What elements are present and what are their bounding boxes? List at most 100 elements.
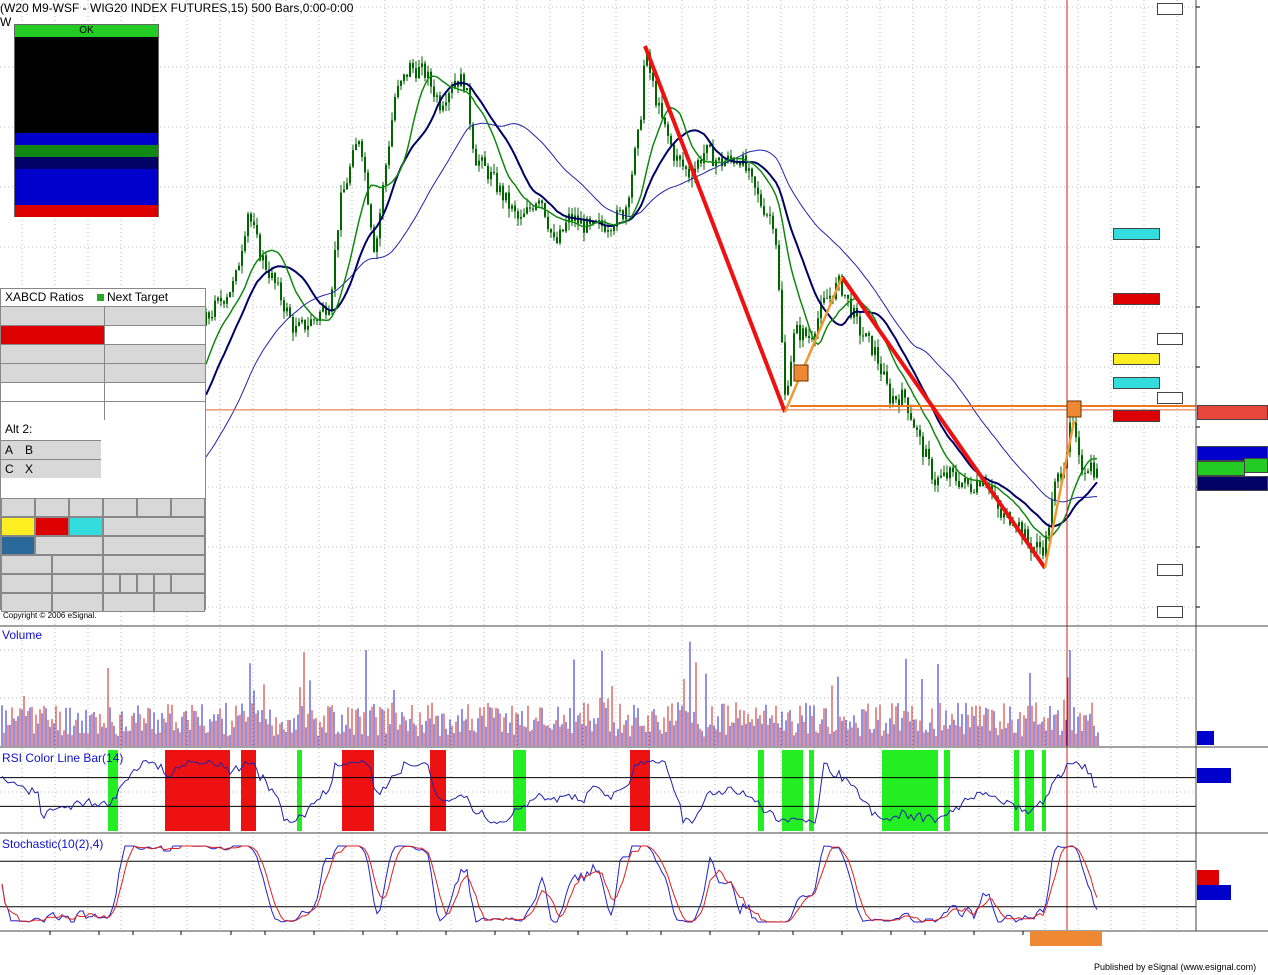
candle-body: [772, 215, 774, 230]
candle-body: [340, 192, 342, 231]
candle-body: [337, 230, 339, 250]
candle-body: [685, 166, 687, 170]
candle-body: [673, 144, 675, 161]
candle-body: [565, 222, 567, 232]
stoch-k-current: [1197, 870, 1219, 885]
candle-body: [748, 168, 750, 171]
ok-button[interactable]: OK: [15, 25, 158, 37]
candle-body: [688, 169, 690, 178]
hide-button[interactable]: [1, 593, 52, 612]
candle-body: [823, 297, 825, 303]
n62-button[interactable]: [69, 517, 103, 536]
candle-body: [1096, 468, 1098, 478]
n50-button[interactable]: [35, 517, 69, 536]
hrin-button[interactable]: [103, 498, 137, 517]
prev-button[interactable]: [103, 593, 154, 612]
candle-body: [253, 221, 255, 226]
rsi-title: RSI Color Line Bar(14): [2, 751, 124, 765]
chart-window: (W20 M9-WSF - WIG20 INDEX FUTURES,15) 50…: [0, 0, 1268, 975]
candle-body: [862, 335, 864, 337]
b-button[interactable]: [137, 574, 154, 593]
candle-body: [700, 159, 702, 164]
xabcd-title: XABCD Ratios: [5, 290, 84, 304]
candle-body: [943, 472, 945, 476]
rsi-band: [1014, 750, 1019, 831]
test-button[interactable]: [103, 517, 205, 536]
candle-body: [226, 297, 228, 304]
candle-body: [1042, 547, 1044, 556]
candle-body: [973, 491, 975, 493]
candle-body: [295, 325, 297, 333]
chart-title: (W20 M9-WSF - WIG20 INDEX FUTURES,15) 50…: [0, 1, 354, 15]
twm-button[interactable]: [35, 498, 69, 517]
candle-body: [514, 205, 516, 212]
candle-body: [547, 216, 549, 230]
candle-body: [229, 292, 231, 298]
volume-title: Volume: [2, 628, 43, 642]
rsi-band: [342, 750, 374, 831]
candle-body: [1048, 527, 1050, 536]
candle-body: [760, 194, 762, 207]
candle-body: [964, 478, 966, 483]
candle-body: [310, 319, 312, 326]
t-on-button[interactable]: [52, 574, 103, 593]
price-box: [1157, 333, 1183, 345]
candle-body: [610, 230, 612, 232]
candle-body: [916, 427, 918, 430]
candle-body: [517, 211, 519, 219]
candle-body: [220, 297, 222, 302]
candle-body: [355, 144, 357, 151]
candle-body: [634, 148, 636, 175]
c-button[interactable]: [154, 574, 171, 593]
candle-body: [682, 159, 684, 167]
bpl-button[interactable]: [171, 498, 205, 517]
candle-body: [529, 207, 531, 209]
candle-body: [631, 174, 633, 198]
candle-body: [385, 165, 387, 186]
candle-body: [919, 429, 921, 437]
candle-body: [397, 85, 399, 98]
price-box: [1197, 461, 1245, 476]
next-button[interactable]: [154, 593, 205, 612]
rx-on-button[interactable]: [52, 555, 103, 574]
sw-on-button[interactable]: [1, 574, 52, 593]
cursor-time-label: [1030, 931, 1102, 946]
n38-button[interactable]: [1, 517, 35, 536]
candle-body: [286, 307, 288, 312]
candle-body: [436, 95, 438, 97]
candle-body: [409, 62, 411, 77]
candle-body: [895, 396, 897, 400]
xabcd-row-v2: [104, 383, 205, 401]
candle-body: [901, 389, 903, 406]
candle-body: [487, 166, 489, 180]
candle-body: [802, 328, 804, 341]
candle-body: [364, 156, 366, 173]
twf-button[interactable]: [69, 498, 103, 517]
abcd-cell: A: [5, 443, 14, 457]
cursor-row: [15, 109, 158, 121]
candle-body: [247, 213, 249, 237]
candle-body: [523, 213, 525, 217]
candle-body: [283, 300, 285, 312]
candle-body: [241, 250, 243, 266]
gann-button[interactable]: [52, 593, 103, 612]
candle-body: [868, 333, 870, 336]
all-button[interactable]: [171, 574, 205, 593]
candle-body: [343, 189, 345, 193]
x-button[interactable]: [103, 574, 120, 593]
cursor-row: [15, 49, 158, 61]
retr-button[interactable]: [35, 536, 103, 555]
xabcd-row: [1, 325, 205, 344]
a-button[interactable]: [120, 574, 137, 593]
candle-body: [451, 88, 453, 94]
ratio-button[interactable]: [1, 536, 35, 555]
candle-body: [613, 226, 615, 232]
alt-on-button[interactable]: [1, 555, 52, 574]
timeprice-button[interactable]: [103, 555, 205, 574]
candle-body: [493, 171, 495, 173]
tws-button[interactable]: [1, 498, 35, 517]
exit-button[interactable]: [103, 536, 205, 555]
candle-body: [1045, 535, 1047, 556]
ftp-button[interactable]: [137, 498, 171, 517]
candle-body: [448, 93, 450, 103]
